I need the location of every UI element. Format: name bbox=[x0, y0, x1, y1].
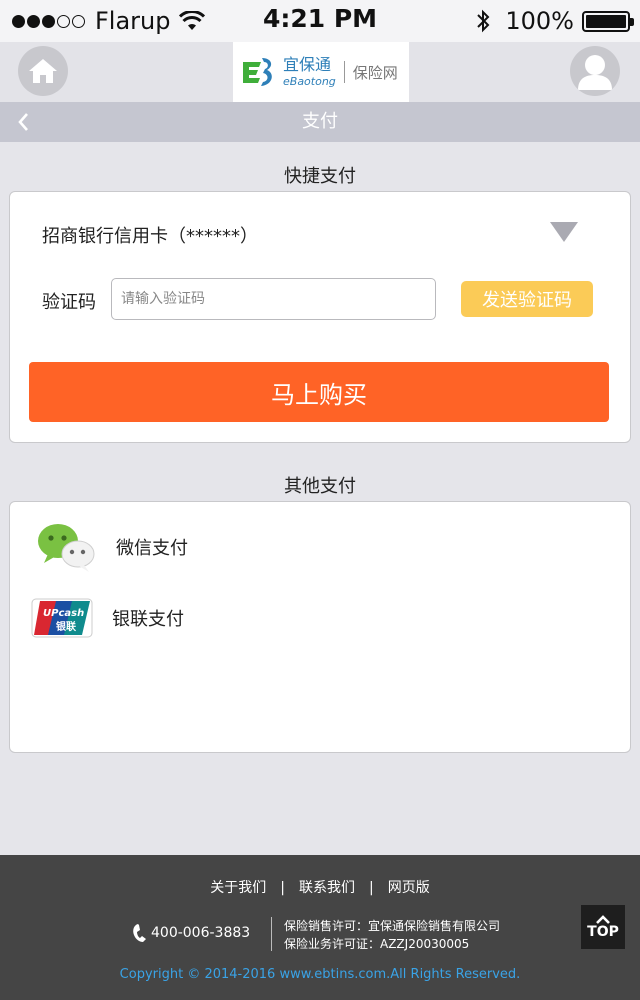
footer-divider bbox=[271, 917, 272, 951]
other-pay-heading: 其他支付 bbox=[284, 476, 356, 497]
quick-pay-card: 招商银行信用卡（******） 验证码 发送验证码 马上购买 bbox=[9, 191, 631, 443]
link-separator: | bbox=[280, 880, 285, 896]
battery-cap bbox=[630, 17, 634, 26]
page-title: 支付 bbox=[302, 111, 338, 132]
phone-icon bbox=[133, 924, 146, 942]
business-license: 保险业务许可证：AZZJ20030005 bbox=[284, 937, 470, 951]
footer-links: 关于我们 | 联系我们 | 网页版 bbox=[0, 877, 640, 897]
link-separator: | bbox=[369, 880, 374, 896]
app-header: 宜保通 eBaotong 保险网 bbox=[0, 42, 640, 102]
user-icon bbox=[578, 55, 612, 90]
phone-link[interactable]: 400-006-3883 bbox=[131, 923, 250, 943]
footer-link-web-version[interactable]: 网页版 bbox=[388, 880, 430, 896]
title-bar: 支付 bbox=[0, 102, 640, 142]
bluetooth-icon bbox=[477, 9, 490, 33]
logo-english: eBaotong bbox=[283, 75, 336, 88]
verification-code-input[interactable] bbox=[111, 278, 436, 320]
send-code-button[interactable]: 发送验证码 bbox=[461, 281, 593, 317]
footer-link-about[interactable]: 关于我们 bbox=[210, 880, 266, 896]
pay-option-label: 银联支付 bbox=[112, 609, 184, 630]
unionpay-icon: UPcash 银联 bbox=[31, 598, 93, 638]
other-pay-card: 微信支付 UPcash 银联 银联支付 bbox=[9, 501, 631, 753]
home-button[interactable] bbox=[18, 46, 68, 96]
footer-link-contact[interactable]: 联系我们 bbox=[299, 880, 355, 896]
buy-now-button[interactable]: 马上购买 bbox=[29, 362, 609, 422]
pay-option-label: 微信支付 bbox=[116, 538, 188, 559]
bank-card-selector[interactable]: 招商银行信用卡（******） bbox=[42, 222, 258, 248]
battery-icon bbox=[582, 10, 634, 32]
status-bar: Flarup 4:21 PM 100% bbox=[0, 0, 640, 42]
sales-license: 保险销售许可：宜保通保险销售有限公司 bbox=[284, 919, 501, 933]
logo-text: 宜保通 eBaotong bbox=[283, 55, 336, 88]
battery-level bbox=[586, 14, 626, 28]
pay-option-unionpay[interactable]: UPcash 银联 银联支付 bbox=[10, 588, 630, 648]
svg-text:银联: 银联 bbox=[56, 620, 76, 633]
home-icon bbox=[29, 59, 57, 83]
logo-divider bbox=[343, 61, 345, 83]
phone-number: 400-006-3883 bbox=[151, 925, 251, 941]
back-to-top-button[interactable]: TOP bbox=[581, 905, 625, 949]
top-label: TOP bbox=[587, 924, 619, 940]
footer: 关于我们 | 联系我们 | 网页版 400-006-3883 保险销售许可：宜保通保险销… bbox=[0, 855, 640, 1000]
ebaotong-logo-icon bbox=[243, 58, 272, 86]
copyright: Copyright © 2014-2016 www.ebtins.com.All… bbox=[119, 967, 521, 982]
battery-percent: 100% bbox=[505, 7, 574, 35]
pay-option-wechat[interactable]: 微信支付 bbox=[10, 517, 630, 577]
verification-code-label: 验证码 bbox=[42, 292, 96, 313]
status-right: 100% bbox=[475, 6, 634, 36]
logo-subtitle: 保险网 bbox=[352, 63, 398, 82]
svg-text:UPcash: UPcash bbox=[43, 608, 84, 619]
dropdown-arrow-icon[interactable] bbox=[550, 222, 578, 242]
site-logo[interactable]: 宜保通 eBaotong 保险网 bbox=[233, 42, 409, 102]
license-info: 保险销售许可：宜保通保险销售有限公司 保险业务许可证：AZZJ20030005 bbox=[284, 917, 500, 953]
user-button[interactable] bbox=[570, 46, 620, 96]
logo-chinese: 宜保通 bbox=[283, 55, 332, 74]
wechat-icon bbox=[38, 524, 95, 572]
quick-pay-heading: 快捷支付 bbox=[284, 166, 356, 187]
